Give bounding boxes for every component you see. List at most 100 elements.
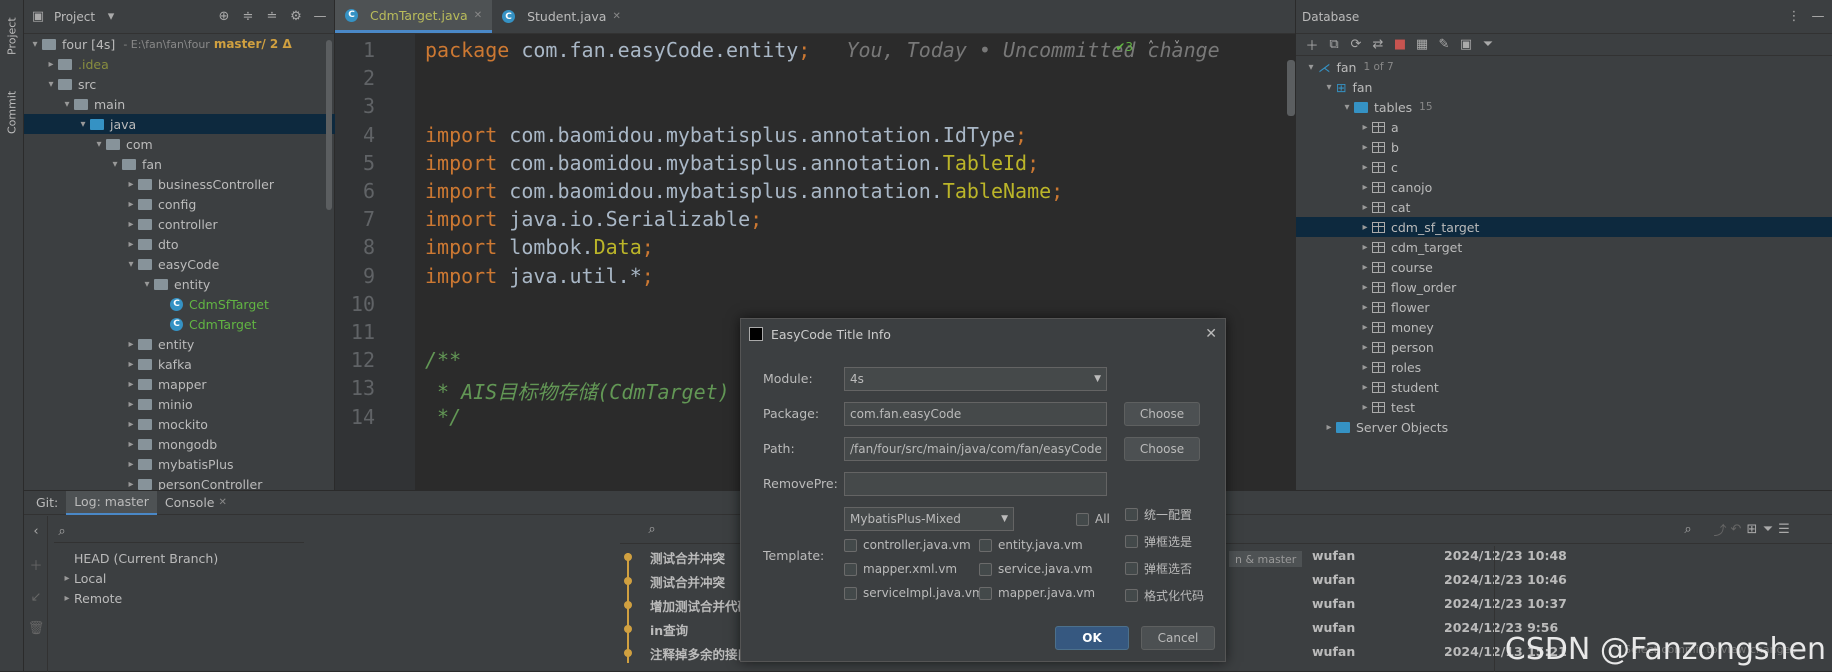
commit-message[interactable]: 测试合并冲突 — [650, 572, 725, 591]
expand-arrow-icon[interactable]: ▸ — [124, 479, 138, 490]
db-tree-item[interactable]: ▸person — [1296, 337, 1832, 357]
template-checkbox[interactable]: controller.java.vm — [844, 538, 971, 552]
expand-arrow-icon[interactable]: ▸ — [1358, 222, 1372, 233]
path-field[interactable]: /fan/four/src/main/java/com/fan/easyCode — [844, 437, 1107, 461]
delete-icon[interactable]: 🗑 — [28, 621, 44, 636]
db-tree-item[interactable]: ▸a — [1296, 117, 1832, 137]
template-checkbox[interactable]: entity.java.vm — [979, 538, 1083, 552]
db-tree-item[interactable]: ▸money — [1296, 317, 1832, 337]
commit-tool-tab[interactable]: Commit — [0, 82, 24, 142]
branch-item[interactable]: HEAD (Current Branch) — [60, 548, 218, 568]
cherry-pick-icon[interactable]: ⤴ — [1712, 520, 1728, 539]
expand-arrow-icon[interactable]: ▾ — [1340, 102, 1354, 113]
tab-console[interactable]: Console✕ — [157, 491, 235, 515]
expand-arrow-icon[interactable]: ▾ — [108, 159, 122, 170]
chevron-down-icon[interactable]: ˅ — [1169, 40, 1185, 55]
collapse-all-icon[interactable]: ≐ — [264, 9, 280, 24]
tree-item[interactable]: ▾four [4s]- E:\fan\fan\fourmaster/ 2 Δ — [24, 34, 335, 54]
expand-arrow-icon[interactable]: ▸ — [1358, 142, 1372, 153]
edit-icon[interactable]: ✎ — [1436, 37, 1452, 52]
module-select[interactable]: 4s▼ — [844, 367, 1107, 391]
package-field[interactable]: com.fan.easyCode — [844, 402, 1107, 426]
expand-arrow-icon[interactable]: ▸ — [124, 219, 138, 230]
tree-item[interactable]: ▾java — [24, 114, 335, 134]
branch-item[interactable]: ▸Remote — [60, 588, 122, 608]
expand-arrow-icon[interactable]: ▸ — [124, 459, 138, 470]
expand-arrow-icon[interactable]: ▸ — [1358, 242, 1372, 253]
add-icon[interactable]: ＋ — [28, 555, 44, 574]
chevron-down-icon[interactable]: ▾ — [103, 9, 119, 24]
expand-arrow-icon[interactable]: ▸ — [124, 439, 138, 450]
project-tool-tab[interactable]: Project — [0, 6, 24, 66]
option-checkbox[interactable]: 弹框选否 — [1125, 560, 1192, 577]
commit-message[interactable]: 测试合并冲突 — [650, 548, 725, 567]
expand-arrow-icon[interactable]: ▸ — [1358, 162, 1372, 173]
commit-message[interactable]: in查询 — [650, 620, 688, 639]
tree-item[interactable]: ▸mapper — [24, 374, 335, 394]
template-checkbox[interactable]: mapper.java.vm — [979, 586, 1095, 600]
gear-icon[interactable]: ⚙ — [288, 9, 304, 24]
expand-arrow-icon[interactable]: ▸ — [1322, 422, 1336, 433]
tree-item[interactable]: ▸businessController — [24, 174, 335, 194]
expand-arrow-icon[interactable]: ▸ — [1358, 282, 1372, 293]
close-icon[interactable]: ✕ — [219, 497, 227, 508]
inspection-widget[interactable]: ✔3 ˄ ˅ — [1115, 34, 1185, 60]
settings-icon[interactable]: ☰ — [1776, 522, 1792, 537]
expand-arrow-icon[interactable]: ▾ — [1304, 62, 1318, 73]
tree-item[interactable]: ▸dto — [24, 234, 335, 254]
copy-icon[interactable]: ⧉ — [1326, 37, 1342, 52]
db-tree-item[interactable]: ▸flower — [1296, 297, 1832, 317]
expand-arrow-icon[interactable]: ▸ — [124, 179, 138, 190]
expand-arrow-icon[interactable]: ▸ — [1358, 362, 1372, 373]
expand-arrow-icon[interactable]: ▸ — [124, 199, 138, 210]
project-scrollbar[interactable] — [326, 40, 332, 210]
expand-arrow-icon[interactable]: ▸ — [1358, 202, 1372, 213]
chevron-up-icon[interactable]: ˄ — [1143, 40, 1159, 55]
expand-arrow-icon[interactable]: ▾ — [44, 79, 58, 90]
expand-arrow-icon[interactable]: ▸ — [1358, 302, 1372, 313]
close-icon[interactable]: ✕ — [612, 11, 620, 22]
template-group-select[interactable]: MybatisPlus-Mixed▼ — [844, 507, 1014, 531]
tree-item[interactable]: CCdmTarget — [24, 314, 335, 334]
table-icon[interactable]: ▦ — [1414, 37, 1430, 52]
db-tree-item[interactable]: ▸flow_order — [1296, 277, 1832, 297]
tree-item[interactable]: ▸.idea — [24, 54, 335, 74]
option-checkbox[interactable]: 统一配置 — [1125, 506, 1192, 523]
project-panel-title[interactable]: Project — [54, 10, 95, 24]
template-checkbox[interactable]: service.java.vm — [979, 562, 1093, 576]
db-tree-item[interactable]: ▸c — [1296, 157, 1832, 177]
db-tree-item[interactable]: ▸cat — [1296, 197, 1832, 217]
choose-package-button[interactable]: Choose — [1124, 402, 1200, 426]
expand-arrow-icon[interactable]: ▾ — [60, 99, 74, 110]
db-tree-item[interactable]: ▸canojo — [1296, 177, 1832, 197]
tree-item[interactable]: ▸minio — [24, 394, 335, 414]
expand-arrow-icon[interactable]: ▸ — [124, 379, 138, 390]
tree-item[interactable]: ▸kafka — [24, 354, 335, 374]
branch-item[interactable]: ▸Local — [60, 568, 106, 588]
expand-arrow-icon[interactable]: ▸ — [1358, 342, 1372, 353]
expand-arrow-icon[interactable]: ▸ — [44, 59, 58, 70]
expand-arrow-icon[interactable]: ▸ — [124, 339, 138, 350]
back-arrow-icon[interactable]: ‹ — [28, 524, 44, 539]
hide-icon[interactable]: — — [312, 9, 328, 24]
expand-arrow-icon[interactable]: ▸ — [60, 573, 74, 584]
locate-icon[interactable]: ⊕ — [216, 9, 232, 24]
tree-item[interactable]: ▸mongodb — [24, 434, 335, 454]
checkout-icon[interactable]: ↙ — [28, 590, 44, 605]
template-checkbox[interactable]: mapper.xml.vm — [844, 562, 957, 576]
refresh-icon[interactable]: ⟳ — [1348, 37, 1364, 52]
search-icon[interactable]: ⌕ — [644, 522, 660, 537]
expand-arrow-icon[interactable]: ▸ — [124, 399, 138, 410]
commit-message[interactable]: 增加测试合并代码 — [650, 596, 750, 615]
expand-arrow-icon[interactable]: ▾ — [1322, 82, 1336, 93]
tree-item[interactable]: ▸config — [24, 194, 335, 214]
tree-item[interactable]: ▸mybatisPlus — [24, 454, 335, 474]
stop-icon[interactable]: ■ — [1392, 37, 1408, 52]
db-tree-item[interactable]: ▸student — [1296, 377, 1832, 397]
expand-arrow-icon[interactable]: ▸ — [1358, 262, 1372, 273]
editor-tab[interactable]: CCdmTarget.java✕ — [335, 0, 492, 33]
template-checkbox[interactable]: serviceImpl.java.vm — [844, 586, 984, 600]
db-tree-item[interactable]: ▸b — [1296, 137, 1832, 157]
search-icon[interactable]: ⌕ — [1680, 522, 1696, 537]
removepre-field[interactable] — [844, 472, 1107, 496]
